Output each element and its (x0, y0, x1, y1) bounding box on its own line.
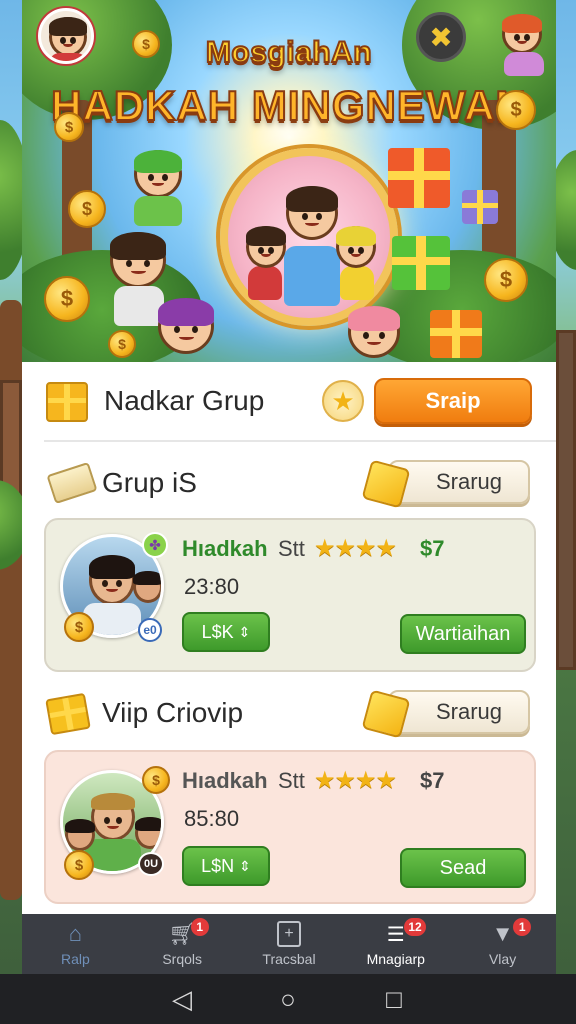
code-button[interactable]: L$K ⇕ (182, 612, 270, 652)
tab-mnagiarp[interactable]: ☰ 12 Mnagiarp (342, 914, 449, 974)
coin-icon: $ (64, 612, 94, 642)
star-icon: ★ (322, 380, 364, 422)
tab-vlay[interactable]: ▼ 1 Vlay (449, 914, 556, 974)
section-title: Grup iS (102, 467, 197, 498)
tab-badge: 12 (404, 918, 426, 936)
card-name: Hıadkah (182, 536, 268, 561)
tab-label: Ralp (61, 951, 90, 967)
banner-subtitle: MosgiahAn (205, 35, 373, 70)
home-circle-icon[interactable]: ○ (268, 984, 308, 1015)
ticket-icon (46, 461, 98, 505)
home-icon: ⌂ (68, 921, 83, 946)
rating-stars: ★★★★ (314, 767, 397, 794)
card-price: $7 (420, 536, 445, 561)
recents-icon[interactable]: □ (374, 984, 414, 1015)
section-title: Viip Criovip (102, 697, 244, 728)
tab-ralp[interactable]: ⌂ Ralp (22, 914, 129, 974)
family-badge (220, 148, 398, 326)
code-button[interactable]: L$N ⇕ (182, 846, 270, 886)
back-icon[interactable]: ◁ (162, 984, 202, 1015)
gift-icon (45, 692, 91, 736)
tab-label: Vlay (488, 951, 517, 967)
system-nav-bar: ◁ ○ □ (0, 974, 576, 1024)
section-primary-button[interactable]: Sraip (374, 378, 532, 424)
swap-icon: ⇕ (239, 857, 251, 874)
card-time: 23:80 (184, 574, 240, 599)
section-viip-criovip: Viip Criovip Srarug (22, 688, 556, 739)
tab-badge: 1 (513, 918, 532, 936)
bottom-tab-bar: ⌂ Ralp 🛒︎ 1 Srqols + Tracsbal ☰ 12 Mnagi… (22, 914, 556, 974)
card-action-button[interactable]: Wartiaihan (400, 614, 526, 654)
card-time: 85:80 (184, 806, 240, 831)
section-grup-is: Grup iS Srarug (22, 458, 556, 509)
user-avatar[interactable] (38, 8, 94, 64)
clipboard-icon: + (276, 921, 301, 947)
coin-icon: $ (64, 850, 94, 880)
card-price: $7 (420, 768, 445, 793)
banner-title: HADKAH MINGNEWAN (50, 81, 527, 130)
card-suffix: Stt (278, 536, 305, 561)
tab-label: Srqols (162, 951, 203, 967)
group-card[interactable]: $ $ 0U Hıadkah Stt ★★★★ $7 85:80 L$N ⇕ S… (44, 750, 536, 904)
tab-badge: 1 (190, 918, 209, 936)
divider (44, 440, 556, 442)
rating-stars: ★★★★ (314, 535, 397, 562)
card-name: Hıadkah (182, 768, 268, 793)
card-action-button[interactable]: Sead (400, 848, 526, 888)
section-secondary-button[interactable]: Srarug (388, 690, 530, 734)
coin-icon: $ (142, 766, 170, 794)
swap-icon: ⇕ (238, 623, 251, 640)
card-badge: e0 (138, 618, 162, 642)
section-title: Nadkar Grup (104, 385, 265, 416)
card-badge: 0U (138, 852, 164, 876)
verified-icon: ✤ (142, 532, 168, 558)
close-icon[interactable]: ✖ (416, 12, 466, 62)
code-label: L$N (201, 855, 235, 876)
section-secondary-button[interactable]: Srarug (388, 460, 530, 504)
promo-banner: MosgiahAn HADKAH MINGNEWAN $ $ $ $ $ $ $ (22, 0, 556, 362)
tab-tracsbal[interactable]: + Tracsbal (236, 914, 343, 974)
section-nadkar-grup: Nadkar Grup ★ Sraip (22, 376, 556, 426)
group-card[interactable]: $ e0 ✤ Hıadkah Stt ★★★★ $7 23:80 L$K ⇕ W… (44, 518, 536, 672)
tab-label: Mnagiarp (366, 951, 425, 967)
content-panel: Nadkar Grup ★ Sraip Grup iS Srarug $ e0 … (22, 362, 556, 914)
tab-label: Tracsbal (262, 951, 316, 967)
gift-icon (46, 382, 88, 422)
tab-srqols[interactable]: 🛒︎ 1 Srqols (129, 914, 236, 974)
code-label: L$K (201, 621, 234, 642)
card-suffix: Stt (278, 768, 305, 793)
